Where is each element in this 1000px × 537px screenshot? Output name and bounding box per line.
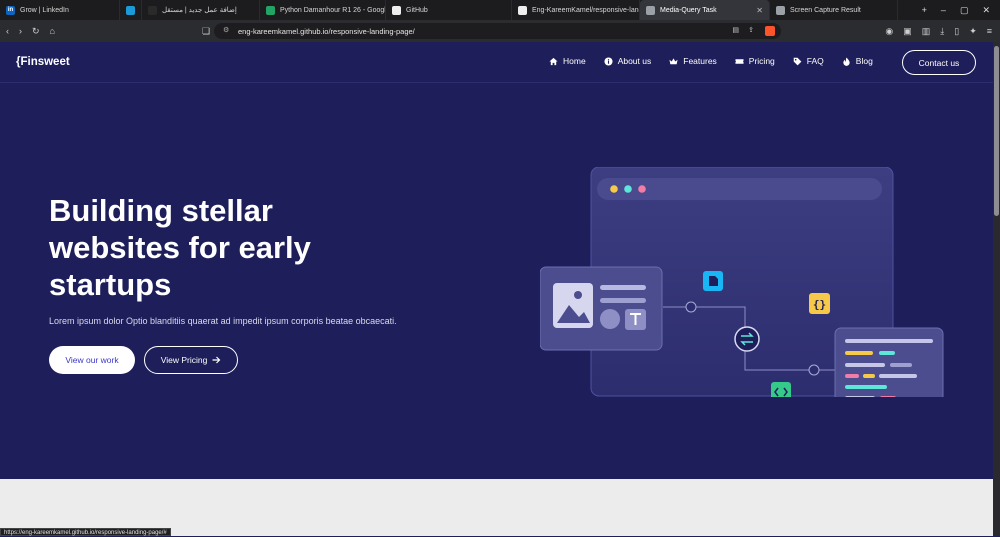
site-info-icon[interactable]: ⚙ xyxy=(223,26,229,34)
nav-about-label: About us xyxy=(617,56,652,66)
nav-features[interactable]: Features xyxy=(669,56,717,66)
web-page: {Finsweet Home About us Features Pricing… xyxy=(0,42,993,536)
browser-tab-label: Media-Query Task xyxy=(660,6,717,14)
back-icon[interactable]: ‹ xyxy=(6,26,9,36)
globe-icon xyxy=(646,5,655,15)
browser-tab[interactable]: Eng-KareemKamel/responsive-landi xyxy=(512,0,640,20)
code-badge-icon xyxy=(771,382,791,397)
reload-icon[interactable]: ↻ xyxy=(32,26,40,37)
linkedin-icon: in xyxy=(6,5,15,15)
screenshot-icon[interactable]: ◉ xyxy=(885,26,893,37)
browser-toolbar: ‹ › ↻ ⌂ ❏ ⚙ eng-kareemkamel.github.io/re… xyxy=(0,20,1000,42)
browser-tab-label: Python Damanhour R1 26 - Google S xyxy=(280,6,386,14)
nav-pricing-label: Pricing xyxy=(748,56,775,66)
extensions-icon[interactable]: ▣ xyxy=(903,26,912,37)
shape-circle-mock xyxy=(600,309,620,329)
reader-icon[interactable]: ▤ xyxy=(732,26,739,34)
window-dot-teal xyxy=(624,185,632,193)
nav-home[interactable]: Home xyxy=(549,56,586,66)
nav-pricing[interactable]: Pricing xyxy=(735,56,775,66)
mostaql-icon xyxy=(148,5,157,15)
forward-icon[interactable]: › xyxy=(19,26,22,36)
browser-tab-label: Screen Capture Result xyxy=(790,6,861,14)
view-pricing-label: View Pricing xyxy=(160,355,208,365)
hero-title: Building stellar websites for early star… xyxy=(49,192,409,303)
browser-tab-label: Eng-KareemKamel/responsive-landi xyxy=(532,6,640,14)
site-navbar: {Finsweet Home About us Features Pricing… xyxy=(0,42,993,83)
download-icon[interactable]: ⤓ xyxy=(940,26,944,37)
hero-title-line: Building stellar xyxy=(49,193,273,228)
svg-text:{}: {} xyxy=(813,298,826,311)
toolbar-right: ◉ ▣ ▥ ⤓ ▯ ✦ ≡ xyxy=(885,20,992,42)
browser-tab[interactable]: Python Damanhour R1 26 - Google S xyxy=(260,0,386,20)
window-dot-pink xyxy=(638,185,646,193)
nav-links: Home About us Features Pricing FAQ Blog xyxy=(549,56,873,66)
close-tab-icon[interactable]: ✕ xyxy=(756,6,763,15)
browser-tab-label: Grow | LinkedIn xyxy=(20,6,69,14)
menu-icon[interactable]: ≡ xyxy=(987,26,992,36)
nav-faq[interactable]: FAQ xyxy=(793,56,824,66)
address-bar[interactable]: ⚙ eng-kareemkamel.github.io/responsive-l… xyxy=(214,23,781,39)
minimize-icon[interactable]: – xyxy=(941,5,946,15)
hero-illustration: {} xyxy=(540,167,944,397)
camera-icon xyxy=(776,5,785,15)
hero-title-line: websites for early xyxy=(49,230,311,265)
window-dot-yellow xyxy=(610,185,618,193)
arrow-right-icon xyxy=(212,356,221,364)
browser-tab-bar: in Grow | LinkedIn إضافة عمل جديد | مستقل P… xyxy=(0,0,1000,20)
close-window-icon[interactable]: ✕ xyxy=(982,5,990,16)
nav-blog[interactable]: Blog xyxy=(842,56,873,66)
page-scrollbar[interactable] xyxy=(993,42,1000,536)
tag-icon xyxy=(793,57,802,65)
browser-tab[interactable]: GitHub xyxy=(386,0,512,20)
share-icon[interactable]: ⇪ xyxy=(748,26,754,34)
github-icon xyxy=(518,5,527,15)
circle-app-icon xyxy=(126,5,135,15)
home-icon xyxy=(549,57,558,65)
nav-features-label: Features xyxy=(683,56,717,66)
url-text: eng-kareemkamel.github.io/responsive-lan… xyxy=(238,26,415,36)
ticket-icon xyxy=(735,58,744,64)
brave-shield-icon[interactable] xyxy=(765,26,775,36)
view-pricing-button[interactable]: View Pricing xyxy=(144,346,238,374)
browser-tab-label: GitHub xyxy=(406,6,428,14)
contact-button[interactable]: Contact us xyxy=(902,50,976,75)
crown-icon xyxy=(669,57,678,64)
browser-tab[interactable]: in Grow | LinkedIn xyxy=(0,0,120,20)
hero-subtitle: Lorem ipsum dolor Optio blanditiis quaer… xyxy=(49,316,397,326)
text-line-mock xyxy=(600,298,646,303)
sidebar-icon[interactable]: ▯ xyxy=(954,26,959,37)
nav-faq-label: FAQ xyxy=(806,56,824,66)
site-logo[interactable]: {Finsweet xyxy=(16,56,70,68)
connector-node xyxy=(685,301,697,313)
ai-icon[interactable]: ✦ xyxy=(969,26,977,37)
browser-tab-label: إضافة عمل جديد | مستقل xyxy=(162,7,237,14)
scrollbar-thumb[interactable] xyxy=(994,46,999,216)
new-tab-icon[interactable]: + xyxy=(922,5,927,15)
window-controls: + – ▢ ✕ xyxy=(922,0,1000,20)
text-line-mock xyxy=(600,285,646,290)
nav-blog-label: Blog xyxy=(855,56,873,66)
info-icon xyxy=(604,56,613,66)
sync-node xyxy=(734,326,760,352)
browser-tab[interactable] xyxy=(120,0,142,20)
hero-title-line: startups xyxy=(49,267,172,302)
wallet-icon[interactable]: ▥ xyxy=(922,26,931,37)
fire-icon xyxy=(843,56,850,66)
home-browser-icon[interactable]: ⌂ xyxy=(50,26,55,36)
nav-about[interactable]: About us xyxy=(604,56,652,66)
nav-home-label: Home xyxy=(563,56,586,66)
status-bar-url: https://eng-kareemkamel.github.io/respon… xyxy=(0,528,171,536)
bookmark-icon[interactable]: ❏ xyxy=(202,26,210,37)
restore-icon[interactable]: ▢ xyxy=(960,5,969,16)
view-our-work-button[interactable]: View our work xyxy=(49,346,135,374)
browser-tab[interactable]: Screen Capture Result xyxy=(770,0,898,20)
github-icon xyxy=(392,5,401,15)
sheets-icon xyxy=(266,5,275,15)
browser-tab[interactable]: إضافة عمل جديد | مستقل xyxy=(142,0,260,20)
connector-node xyxy=(808,364,820,376)
browser-tab[interactable]: Media-Query Task ✕ xyxy=(640,0,770,20)
